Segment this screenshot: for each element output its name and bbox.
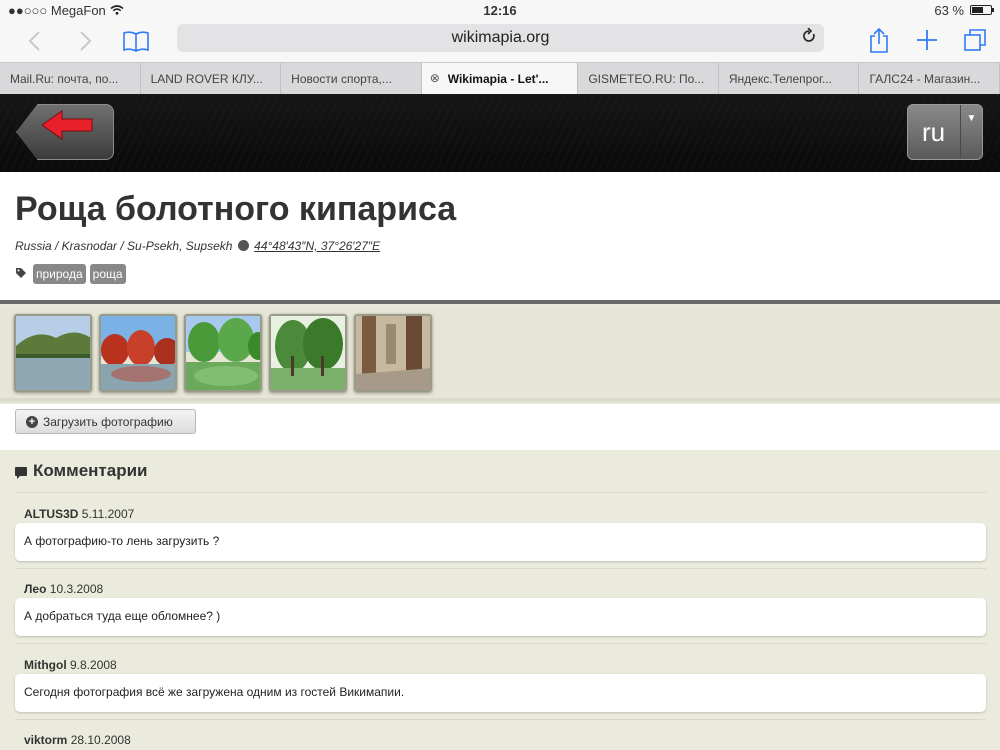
comment-item: ALTUS3D 5.11.2007 А фотографию-то лень з… (15, 503, 986, 561)
forward-nav-button[interactable] (62, 23, 110, 59)
address-bar[interactable]: wikimapia.org (177, 24, 824, 52)
comment-item: viktorm 28.10.2008 (15, 729, 986, 749)
comment-date: 10.3.2008 (49, 582, 104, 596)
red-arrow-left-icon (41, 110, 93, 140)
breadcrumb-path: Russia / Krasnodar / Su-Psekh, Supsekh (15, 239, 233, 253)
red-trees-photo-icon (101, 316, 175, 390)
browser-toolbar: wikimapia.org (0, 20, 1000, 62)
chevron-right-icon (80, 31, 92, 51)
comments-section: Комментарии ALTUS3D 5.11.2007 А фотограф… (0, 450, 1000, 750)
divider (15, 568, 986, 569)
comment-item: Mithgol 9.8.2008 Сегодня фотография всё … (15, 654, 986, 712)
comment-author[interactable]: ALTUS3D (24, 507, 78, 521)
url-text: wikimapia.org (451, 29, 550, 46)
tab-wikimapia[interactable]: ⊗ Wikimapia - Let'... (421, 63, 579, 94)
reload-button[interactable] (802, 27, 816, 49)
globe-icon (237, 240, 249, 251)
photo-thumbnail-5[interactable] (354, 314, 432, 392)
battery-percent: 63 % (934, 2, 964, 18)
comment-bubble-icon (15, 466, 27, 479)
tab-sports-news[interactable]: Новости спорта,... (281, 63, 422, 94)
tab-strip: Mail.Ru: почта, по... LAND ROVER КЛУ... … (0, 62, 1000, 94)
back-nav-button[interactable] (10, 23, 58, 59)
comment-author[interactable]: viktorm (24, 733, 67, 747)
divider (15, 643, 986, 644)
coordinates-link[interactable]: 44°48′43″N, 37°26′27″E (254, 239, 380, 253)
comment-date: 28.10.2008 (70, 733, 131, 747)
place-header: Роща болотного кипариса Russia / Krasnod… (0, 172, 1000, 304)
site-header: ru ▼ (0, 94, 1000, 172)
comment-text: А добраться туда еще обломнее? ) (15, 598, 986, 636)
carrier-label: ●●○○○ MegaFon (8, 2, 106, 18)
divider (15, 492, 986, 493)
comment-item: Лео 10.3.2008 А добраться туда еще облом… (15, 578, 986, 636)
tabs-overview-button[interactable] (960, 22, 990, 58)
tab-yandex-tv[interactable]: Яндекс.Телепрог... (719, 63, 860, 94)
language-label: ru (922, 116, 946, 147)
photo-thumbnail-3[interactable] (184, 314, 262, 392)
green-trees-photo-icon (186, 316, 260, 390)
battery-icon (970, 5, 994, 15)
chevron-left-icon (28, 31, 40, 51)
comments-heading: Комментарии (15, 461, 147, 481)
photo-thumbnail-4[interactable] (269, 314, 347, 392)
breadcrumb: Russia / Krasnodar / Su-Psekh, Supsekh 4… (15, 239, 380, 253)
comment-date: 9.8.2008 (70, 658, 117, 672)
share-icon (870, 27, 888, 53)
photo-thumbnail-1[interactable] (14, 314, 92, 392)
tree-roots-photo-icon (356, 316, 430, 390)
share-button[interactable] (864, 22, 894, 58)
plus-icon (917, 30, 937, 50)
reload-icon (803, 27, 815, 42)
wifi-icon (110, 5, 124, 15)
photo-strip (0, 308, 1000, 402)
status-bar: ●●○○○ MegaFon 12:16 63 % (0, 0, 1000, 20)
page-title: Роща болотного кипариса (15, 190, 457, 228)
upload-row: + Загрузить фотографию (0, 404, 1000, 450)
book-icon (123, 31, 149, 52)
tag-nature[interactable]: природа (33, 264, 86, 284)
clock: 12:16 (483, 2, 517, 18)
bookmarks-button[interactable] (112, 23, 160, 59)
comment-author[interactable]: Лео (24, 582, 46, 596)
tab-gismeteo[interactable]: GISMETEO.RU: По... (578, 63, 719, 94)
plus-circle-icon: + (26, 415, 38, 428)
tab-gals24[interactable]: ГАЛС24 - Магазин... (859, 63, 1000, 94)
photo-thumbnail-2[interactable] (99, 314, 177, 392)
comment-text: Сегодня фотография всё же загружена одни… (15, 674, 986, 712)
divider (15, 719, 986, 720)
cypress-grove-photo-icon (271, 316, 345, 390)
new-tab-button[interactable] (912, 22, 942, 58)
caret-down-icon: ▼ (960, 105, 982, 159)
tag-icon (15, 267, 27, 282)
upload-photo-button[interactable]: + Загрузить фотографию (15, 409, 196, 434)
tag-list: природа роща (15, 264, 126, 284)
tab-mail[interactable]: Mail.Ru: почта, по... (0, 63, 141, 94)
close-tab-icon[interactable]: ⊗ (430, 71, 440, 85)
tab-landrover[interactable]: LAND ROVER КЛУ... (141, 63, 282, 94)
comment-date: 5.11.2007 (81, 507, 135, 521)
tabs-icon (964, 29, 986, 51)
tag-grove[interactable]: роща (89, 264, 126, 284)
comment-text: А фотографию-то лень загрузить ? (15, 523, 986, 561)
lake-photo-icon (16, 316, 90, 390)
upload-photo-label: Загрузить фотографию (43, 414, 173, 429)
comment-author[interactable]: Mithgol (24, 658, 67, 672)
language-selector[interactable]: ru ▼ (907, 104, 983, 160)
